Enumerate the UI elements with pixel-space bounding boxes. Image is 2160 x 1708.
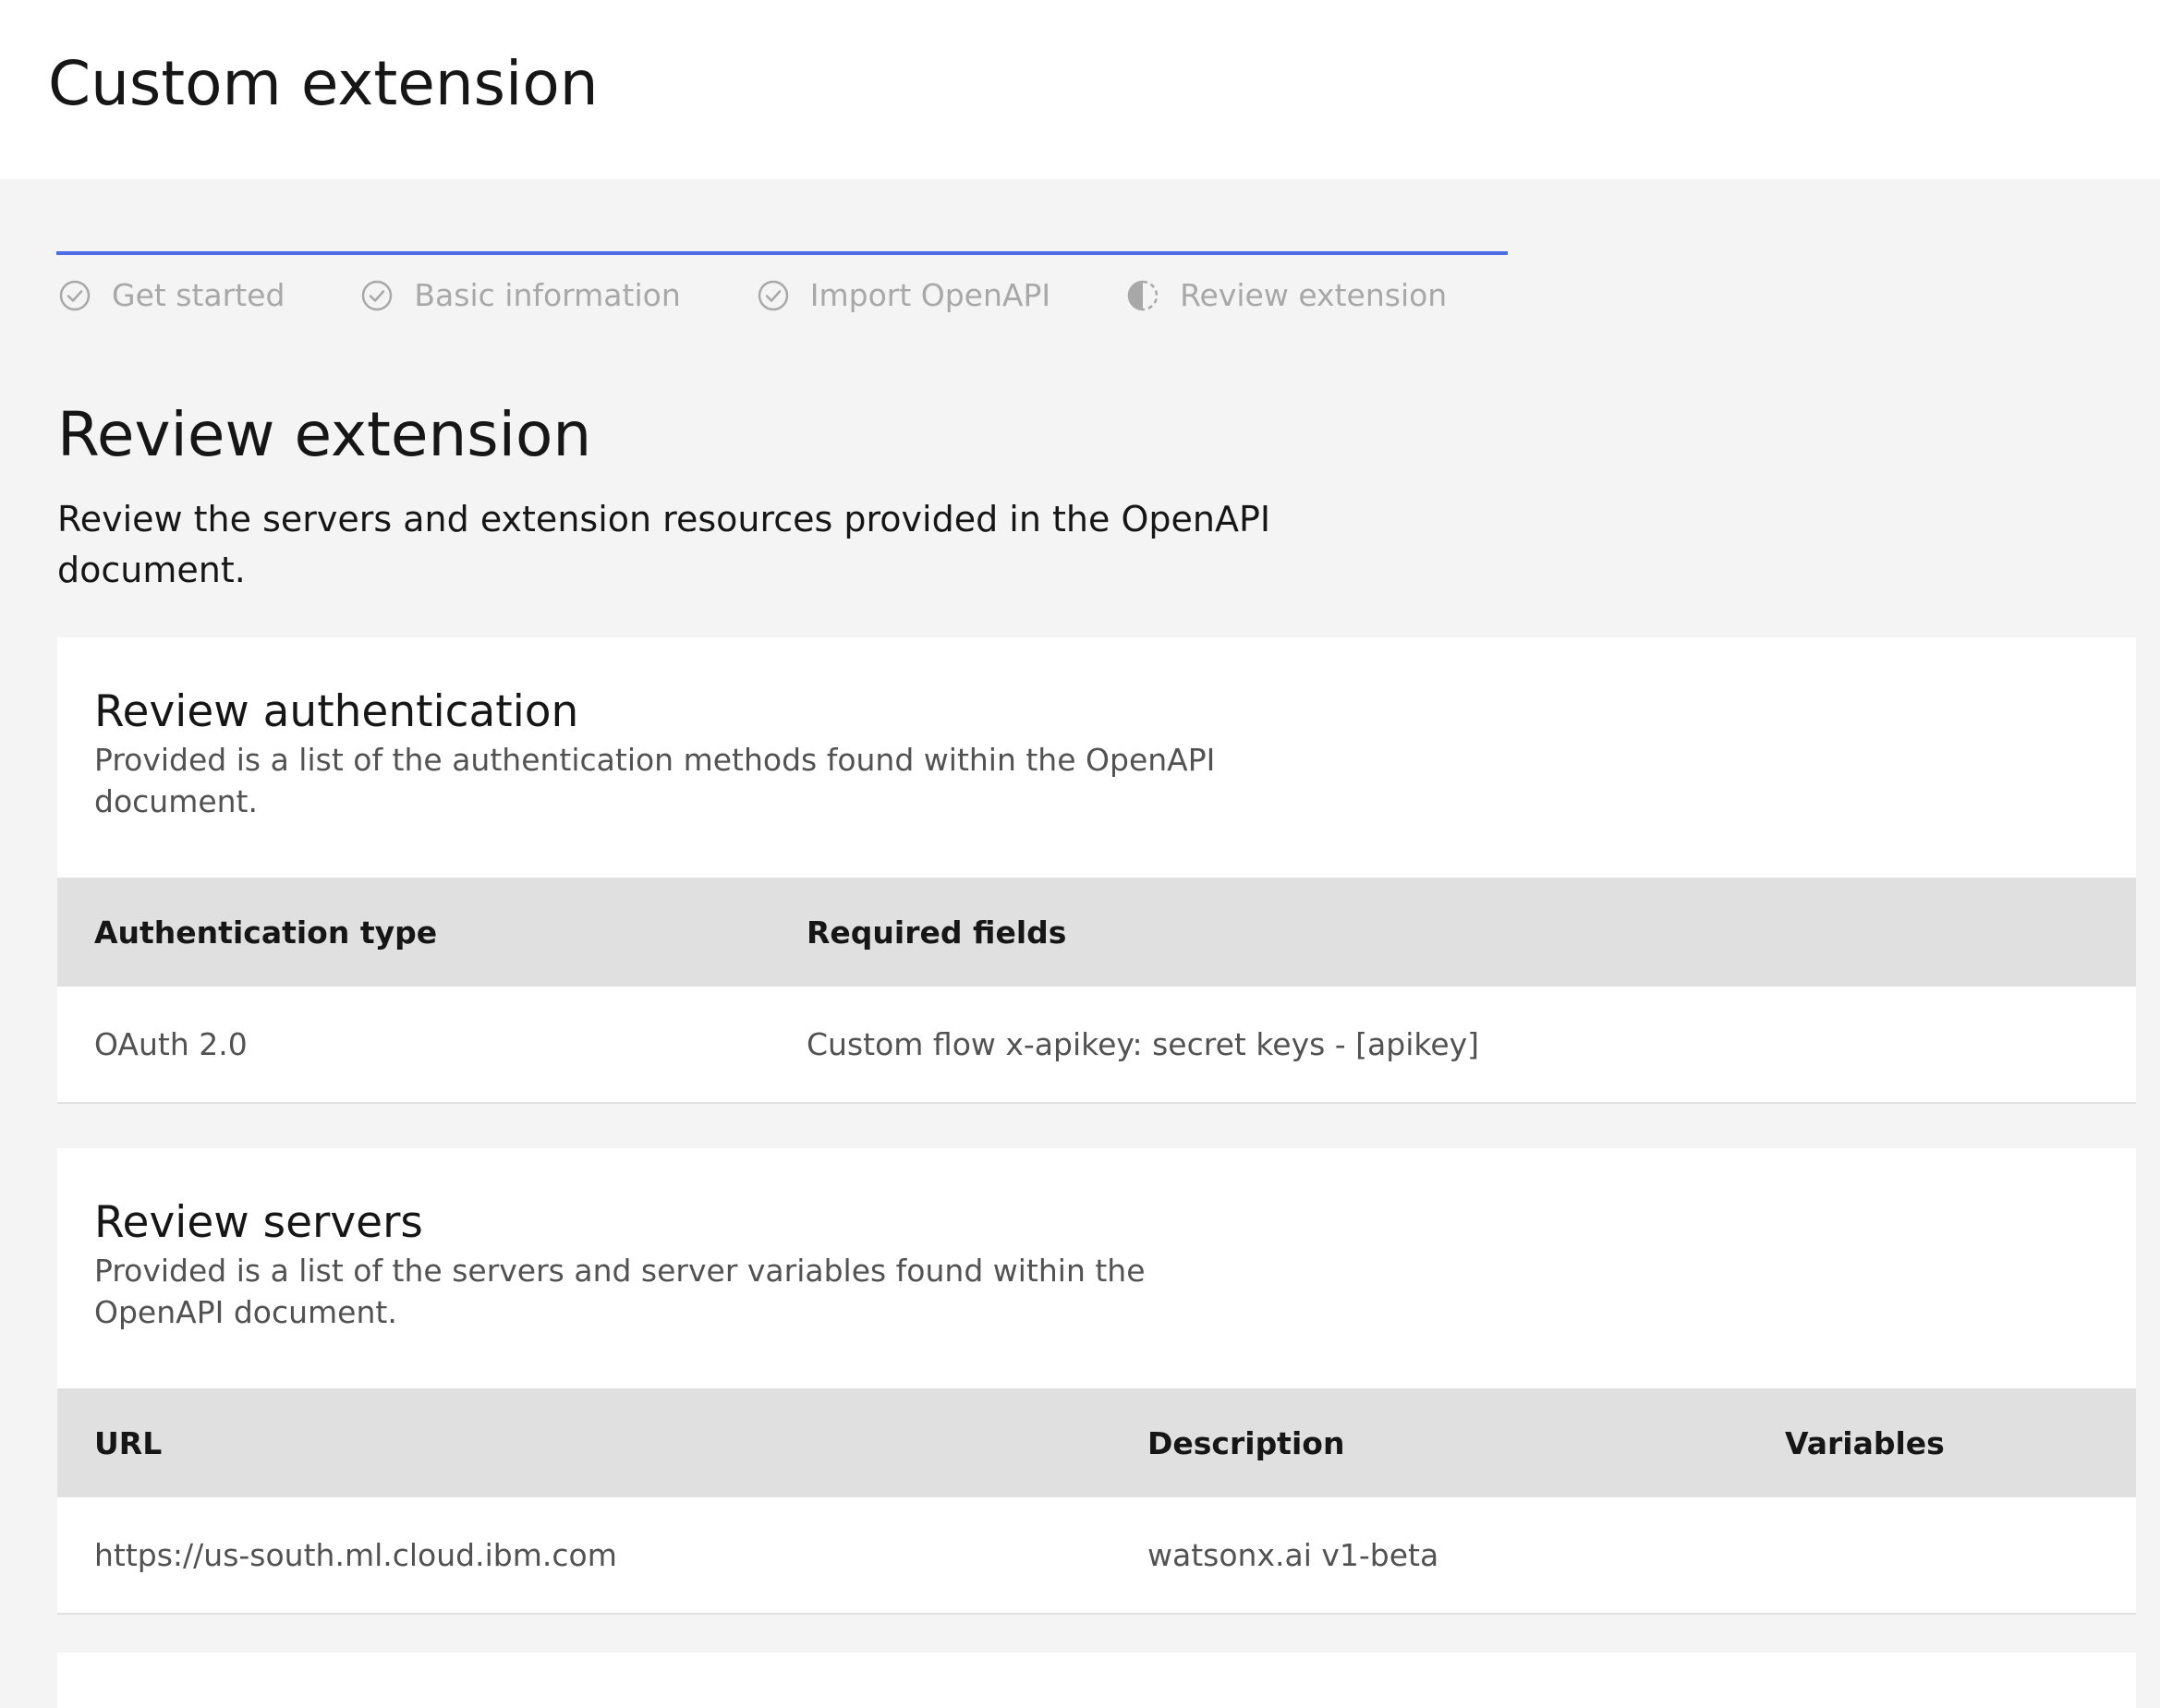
table-row: OAuth 2.0 Custom flow x-apikey: secret k… xyxy=(57,987,2136,1104)
column-header-url: URL xyxy=(94,1424,163,1461)
next-card xyxy=(57,1653,2136,1708)
servers-table: URL Description Variables https://us-sou… xyxy=(57,1388,2136,1615)
cell-description: watsonx.ai v1-beta xyxy=(1147,1537,1439,1573)
page-title: Custom extension xyxy=(48,48,599,119)
step-label: Get started xyxy=(112,277,285,313)
authentication-card: Review authentication Provided is a list… xyxy=(57,637,2136,1104)
column-header-description: Description xyxy=(1147,1424,1345,1461)
step-get-started[interactable]: Get started xyxy=(56,273,285,319)
table-row: https://us-south.ml.cloud.ibm.com watson… xyxy=(57,1497,2136,1615)
step-import-openapi[interactable]: Import OpenAPI xyxy=(755,273,1050,319)
progress-indicator: Get started Basic information Import Ope… xyxy=(56,273,1521,319)
checkmark-outline-icon xyxy=(358,277,395,314)
step-basic-information[interactable]: Basic information xyxy=(358,273,681,319)
progress-bar xyxy=(56,251,1508,255)
cell-required-fields: Custom flow x-apikey: secret keys - [api… xyxy=(807,1026,1480,1062)
step-label: Review extension xyxy=(1180,277,1448,313)
authentication-title: Review authentication xyxy=(94,686,579,737)
servers-description: Provided is a list of the servers and se… xyxy=(94,1253,1146,1330)
authentication-description: Provided is a list of the authentication… xyxy=(94,742,1216,819)
cell-authentication-type: OAuth 2.0 xyxy=(94,1026,248,1062)
servers-title: Review servers xyxy=(94,1197,423,1248)
table-header: URL Description Variables xyxy=(57,1388,2136,1497)
step-review-extension[interactable]: Review extension xyxy=(1124,273,1447,319)
section-heading: Review extension xyxy=(57,399,592,470)
column-header-variables: Variables xyxy=(1785,1424,1945,1461)
column-header-authentication-type: Authentication type xyxy=(94,914,438,951)
page-header: Custom extension xyxy=(0,0,2160,179)
table-header: Authentication type Required fields xyxy=(57,878,2136,987)
checkmark-outline-icon xyxy=(755,277,792,314)
incomplete-half-circle-icon xyxy=(1124,277,1161,314)
servers-card: Review servers Provided is a list of the… xyxy=(57,1148,2136,1615)
section-description: Review the servers and extension resourc… xyxy=(57,499,1271,590)
authentication-table: Authentication type Required fields OAut… xyxy=(57,878,2136,1104)
step-label: Basic information xyxy=(414,277,681,313)
checkmark-outline-icon xyxy=(56,277,93,314)
step-label: Import OpenAPI xyxy=(809,277,1051,313)
cell-url: https://us-south.ml.cloud.ibm.com xyxy=(94,1537,617,1573)
column-header-required-fields: Required fields xyxy=(807,914,1067,951)
